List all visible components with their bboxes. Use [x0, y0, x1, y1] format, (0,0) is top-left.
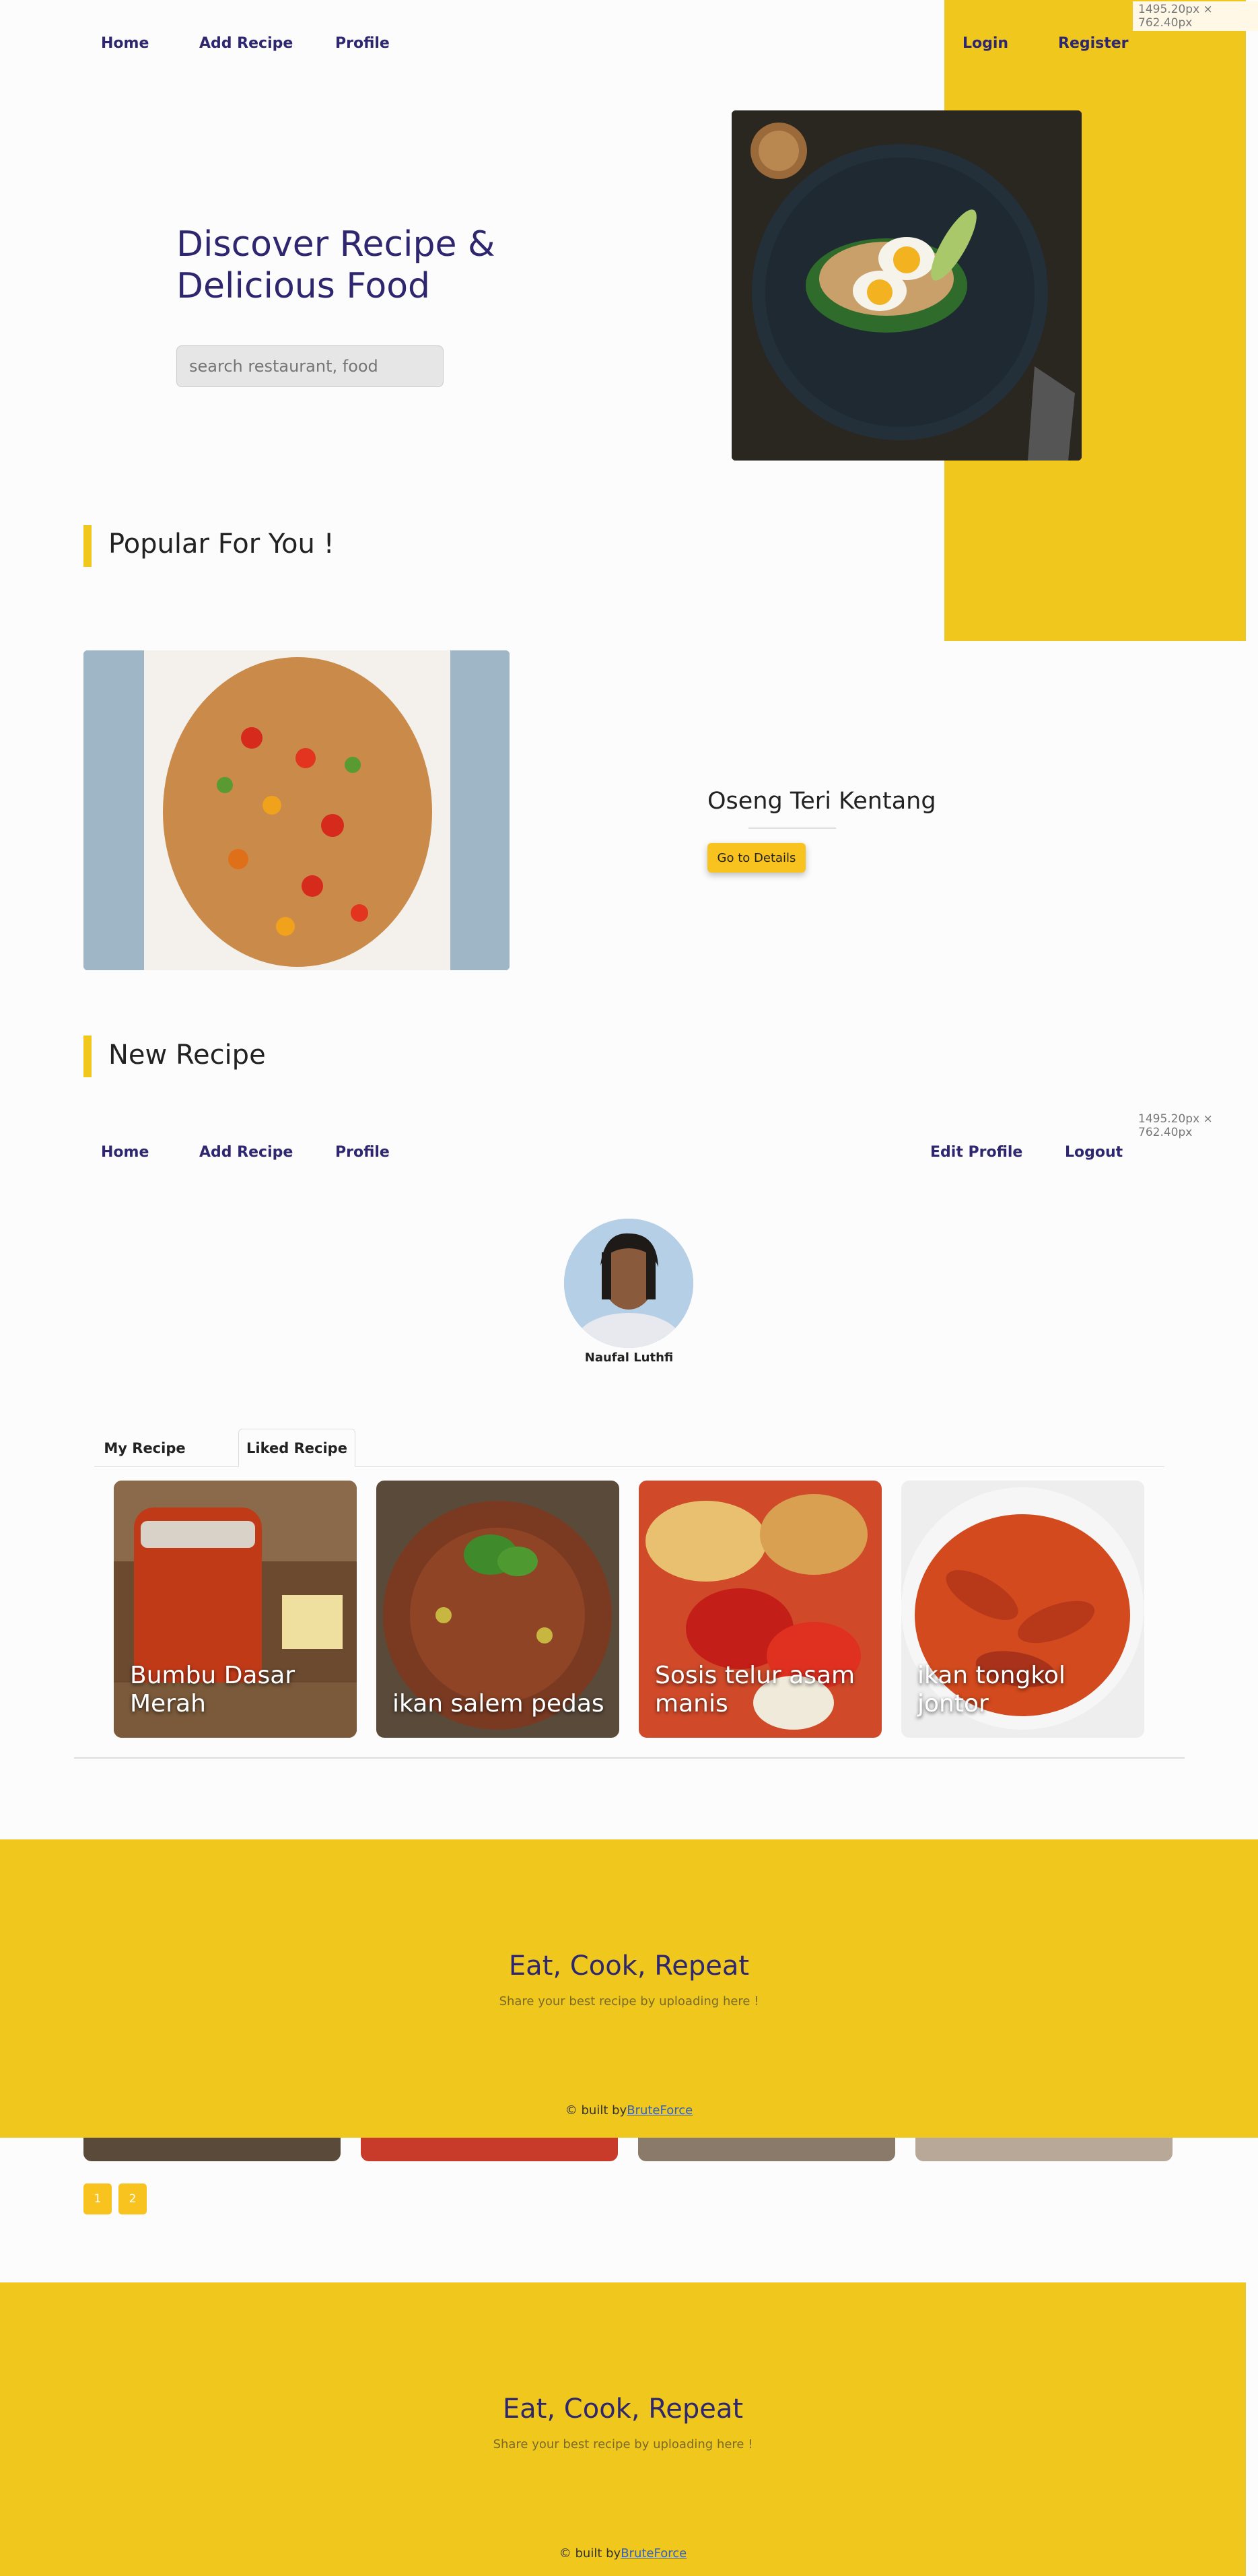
profile-nav-home[interactable]: Home — [101, 1144, 149, 1161]
liked-recipe-card[interactable]: ikan salem pedas — [376, 1481, 619, 1738]
new-recipe-card-2[interactable] — [361, 2134, 618, 2161]
new-recipe-heading: New Recipe — [108, 1040, 266, 1071]
recipe-name-divider — [748, 827, 836, 829]
profile-footer: Eat, Cook, Repeat Share your best recipe… — [0, 1839, 1258, 2138]
profile-nav-add-recipe[interactable]: Add Recipe — [199, 1144, 293, 1161]
search-input[interactable] — [176, 345, 444, 387]
hero-food-image — [732, 110, 1082, 461]
go-to-details-button[interactable]: Go to Details — [707, 843, 806, 873]
new-recipe-accent-bar — [83, 1036, 92, 1077]
tab-liked-recipe[interactable]: Liked Recipe — [238, 1429, 355, 1467]
footer-credit: © built byBruteForce — [0, 2546, 1246, 2561]
profile-footer-credit: © built byBruteForce — [0, 2103, 1258, 2117]
profile-dimension-label: 1495.20px × 762.40px — [1138, 1112, 1213, 1139]
profile-nav-profile[interactable]: Profile — [335, 1144, 390, 1161]
popular-recipe-image — [83, 650, 510, 970]
popular-accent-bar — [83, 525, 92, 567]
nav-edit-profile[interactable]: Edit Profile — [930, 1144, 1022, 1161]
nav-home[interactable]: Home — [101, 35, 149, 52]
profile-footer-title: Eat, Cook, Repeat — [508, 1951, 750, 1981]
pagination-page-2[interactable]: 2 — [118, 2183, 147, 2214]
new-recipe-card-4[interactable] — [915, 2134, 1173, 2161]
new-recipe-card-1[interactable] — [83, 2134, 341, 2161]
profile-footer-subtitle: Share your best recipe by uploading here… — [499, 1994, 759, 2008]
footer-title: Eat, Cook, Repeat — [502, 2394, 744, 2425]
nav-logout[interactable]: Logout — [1065, 1144, 1123, 1161]
footer-credit-prefix: © built by — [559, 2546, 621, 2561]
footer-credit-link[interactable]: BruteForce — [621, 2546, 687, 2561]
nav-login[interactable]: Login — [963, 35, 1008, 52]
dimension-label: 1495.20px × 762.40px — [1133, 1, 1258, 31]
card-title: Sosis telur asam manis — [655, 1662, 855, 1718]
card-title: ikan salem pedas — [392, 1689, 604, 1718]
profile-divider — [74, 1757, 1185, 1759]
nav-add-recipe[interactable]: Add Recipe — [199, 35, 293, 52]
profile-footer-credit-link[interactable]: BruteForce — [627, 2103, 693, 2117]
popular-heading: Popular For You ! — [108, 529, 335, 560]
nav-profile[interactable]: Profile — [335, 35, 390, 52]
new-recipe-card-3[interactable] — [638, 2134, 895, 2161]
user-name: Naufal Luthfi — [584, 1351, 674, 1365]
liked-recipe-card[interactable]: ikan tongkol jontor — [901, 1481, 1144, 1738]
profile-footer-credit-prefix: © built by — [565, 2103, 627, 2117]
liked-recipe-card[interactable]: Bumbu Dasar Merah — [114, 1481, 357, 1738]
landing-footer: Eat, Cook, Repeat Share your best recipe… — [0, 2282, 1246, 2576]
tab-my-recipe[interactable]: My Recipe — [94, 1429, 195, 1467]
card-title: Bumbu Dasar Merah — [130, 1662, 295, 1718]
hero-title-line2: Delicious Food — [176, 266, 431, 306]
nav-register[interactable]: Register — [1058, 35, 1129, 52]
hero-title-line1: Discover Recipe & — [176, 224, 495, 265]
avatar — [564, 1219, 693, 1348]
hero-title: Discover Recipe & Delicious Food — [176, 224, 495, 307]
card-title: ikan tongkol jontor — [917, 1662, 1065, 1718]
popular-recipe-name: Oseng Teri Kentang — [707, 788, 936, 815]
footer-subtitle: Share your best recipe by uploading here… — [493, 2437, 753, 2451]
pagination-page-1[interactable]: 1 — [83, 2183, 112, 2214]
liked-recipe-card[interactable]: Sosis telur asam manis — [639, 1481, 882, 1738]
